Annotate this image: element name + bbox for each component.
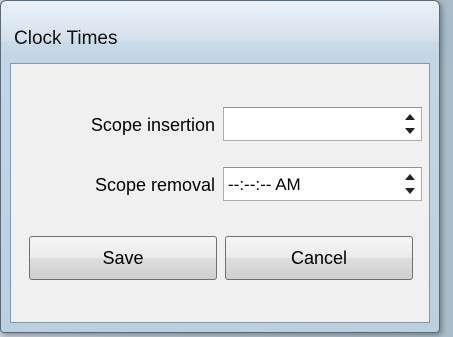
scope-insertion-time-picker[interactable] (223, 107, 422, 141)
scope-removal-spin-up-button[interactable] (401, 170, 419, 184)
scope-removal-time-picker[interactable]: --:--:-- AM (223, 167, 422, 201)
scope-removal-spin-down-button[interactable] (401, 184, 419, 198)
scope-insertion-row: Scope insertion (11, 107, 429, 141)
scope-insertion-spin-down-button[interactable] (401, 124, 419, 138)
scope-insertion-spinner (401, 110, 419, 138)
triangle-down-icon (405, 128, 415, 134)
scope-insertion-spin-up-button[interactable] (401, 110, 419, 124)
scope-insertion-label: Scope insertion (90, 115, 215, 135)
scope-removal-row: Scope removal --:--:-- AM (11, 167, 429, 201)
dialog-client-area: Scope insertion Scope removal --:--:-- A… (10, 63, 430, 323)
save-button[interactable]: Save (29, 236, 217, 280)
title-bar[interactable]: Clock Times (1, 1, 439, 49)
triangle-down-icon (405, 188, 415, 194)
scope-removal-value[interactable]: --:--:-- AM (228, 175, 301, 195)
scope-removal-label: Scope removal (94, 175, 215, 195)
scope-removal-spinner (401, 170, 419, 198)
triangle-up-icon (405, 114, 415, 120)
window-title: Clock Times (14, 28, 118, 49)
clock-times-dialog: Clock Times Scope insertion Scope remova… (0, 0, 440, 333)
triangle-up-icon (405, 174, 415, 180)
cancel-button[interactable]: Cancel (225, 236, 413, 280)
